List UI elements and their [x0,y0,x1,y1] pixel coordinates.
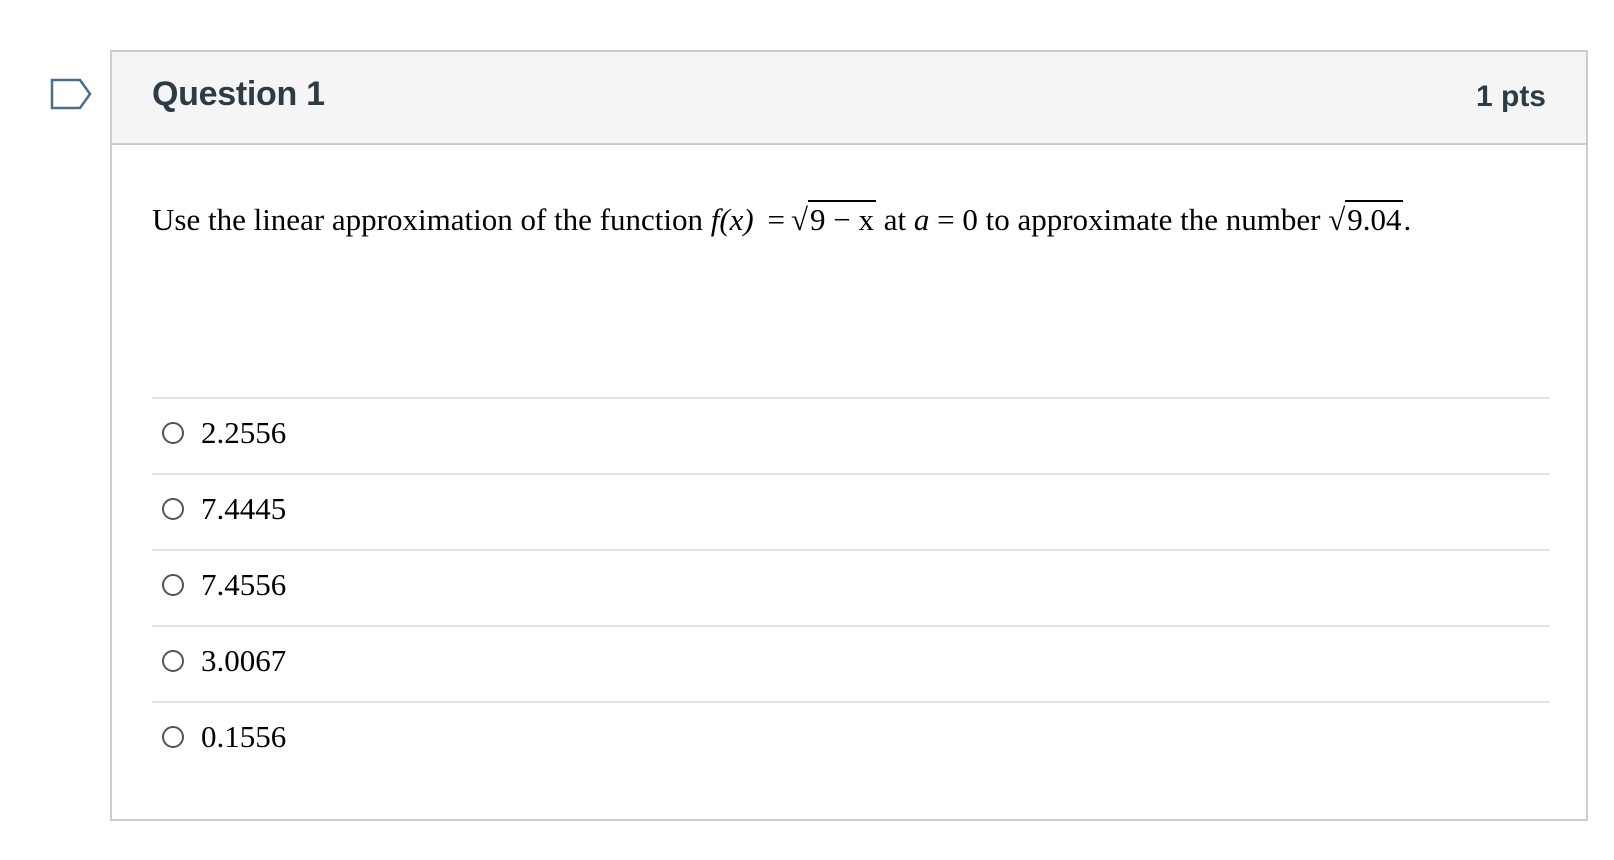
question-points: 1 pts [1475,80,1546,113]
question-header: Question 1 1 pts [112,52,1586,145]
number-sqrt: √9.04 [1328,200,1404,237]
function-radicand: 9 − x [807,200,876,237]
answer-option[interactable]: 2.2556 [152,397,1550,473]
function-sqrt: √9 − x [790,200,876,237]
answer-option[interactable]: 7.4445 [152,473,1550,549]
function-argument: (x) [719,202,754,237]
radio-button[interactable] [162,650,184,672]
question-intro: Use the linear approximation of the func… [152,202,703,237]
answer-option[interactable]: 7.4556 [152,549,1550,625]
radio-button[interactable] [162,574,184,596]
equals-sign: = [767,202,785,237]
a-equals: = 0 [937,202,978,237]
answer-option[interactable]: 0.1556 [152,701,1550,777]
answer-list: 2.2556 7.4445 7.4556 3.0067 0.1556 [152,397,1550,777]
question-title: Question 1 [152,75,325,113]
answer-label: 7.4556 [201,567,287,602]
a-variable: a [913,202,930,237]
question-card: Question 1 1 pts Use the linear approxim… [110,50,1588,821]
question-outro: to approximate the number [985,202,1321,237]
answer-label: 7.4445 [201,491,287,526]
question-mid: at [883,202,907,237]
radio-button[interactable] [162,498,184,520]
question-end: . [1403,202,1412,237]
number-radicand: 9.04 [1345,200,1404,237]
radio-button[interactable] [162,422,184,444]
question-text: Use the linear approximation of the func… [152,200,1412,238]
answer-label: 0.1556 [201,719,287,754]
answer-label: 2.2556 [201,415,287,450]
bookmark-flag-icon[interactable] [50,78,92,112]
answer-option[interactable]: 3.0067 [152,625,1550,701]
radio-button[interactable] [162,726,184,748]
answer-label: 3.0067 [201,643,287,678]
